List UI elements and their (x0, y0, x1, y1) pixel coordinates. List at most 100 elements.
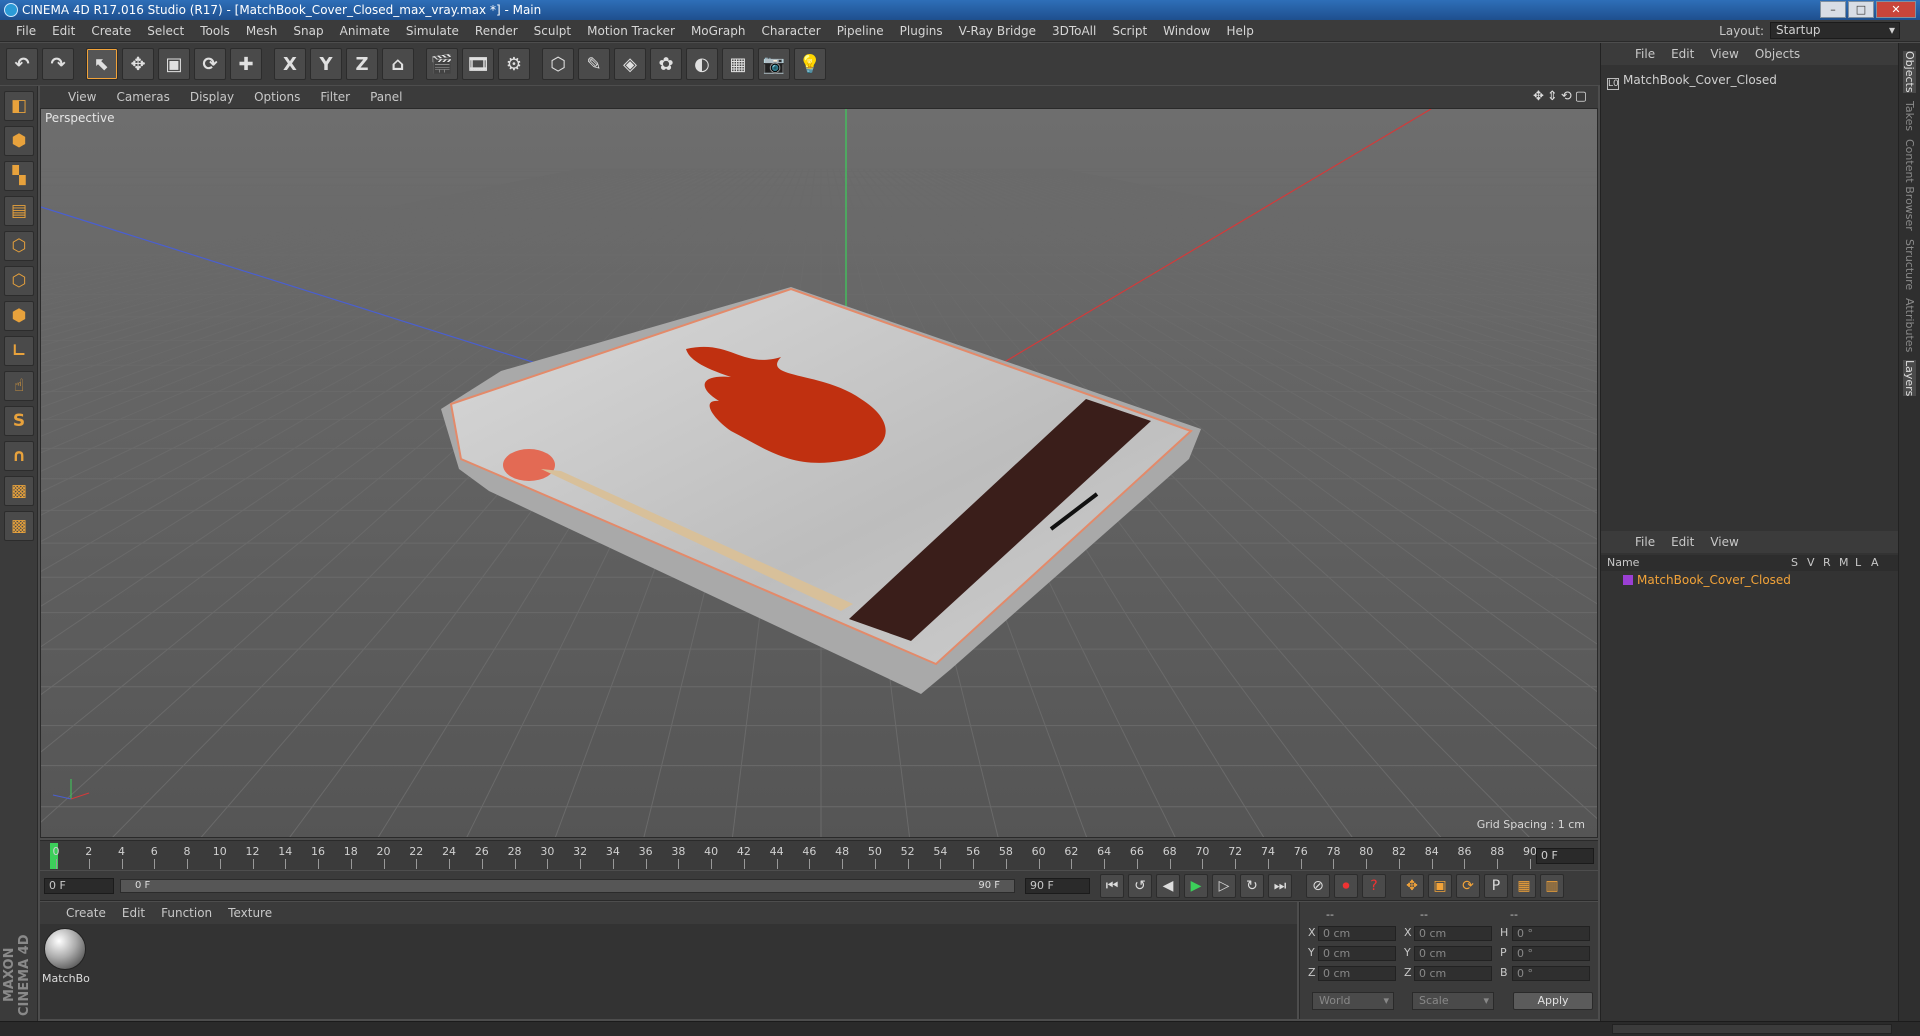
previous-frame-button[interactable]: ◀ (1156, 874, 1180, 898)
next-keyframe-button[interactable]: ↻ (1240, 874, 1264, 898)
minimize-button[interactable]: – (1820, 1, 1846, 18)
position-y-field[interactable]: 0 cm (1318, 946, 1396, 961)
x-axis-button[interactable]: X (274, 48, 306, 80)
menu-render[interactable]: Render (467, 20, 526, 42)
object-menu-view[interactable]: View (1702, 47, 1746, 61)
timeline-ruler[interactable]: 0 2 4 6 8 10 12 14 16 18 20 22 24 26 28 30 32 34 36 38 40 42 4… (40, 840, 1598, 870)
light-button[interactable]: 💡 (794, 48, 826, 80)
render-view-button[interactable]: 🎬 (426, 48, 458, 80)
menu-sculpt[interactable]: Sculpt (526, 20, 579, 42)
object-menu-file[interactable]: File (1627, 47, 1663, 61)
make-editable-button[interactable]: ◧ (4, 91, 34, 121)
coordinate-system-button[interactable]: ⌂ (382, 48, 414, 80)
material-menu-create[interactable]: Create (58, 906, 114, 920)
tweak-mode-button[interactable]: ☝ (4, 371, 34, 401)
menu-3dtoall[interactable]: 3DToAll (1044, 20, 1104, 42)
close-button[interactable]: ✕ (1876, 1, 1916, 18)
menu-motion-tracker[interactable]: Motion Tracker (579, 20, 683, 42)
subdivision-button[interactable]: ◈ (614, 48, 646, 80)
rotation-b-field[interactable]: 0 ° (1512, 966, 1590, 981)
points-mode-button[interactable]: ⬡ (4, 231, 34, 261)
next-frame-button[interactable]: ▷ (1212, 874, 1236, 898)
key-position-button[interactable]: ✥ (1400, 874, 1424, 898)
viewport-menu-filter[interactable]: Filter (310, 90, 360, 104)
size-y-field[interactable]: 0 cm (1414, 946, 1492, 961)
viewport-menu-view[interactable]: View (58, 90, 106, 104)
menu-plugins[interactable]: Plugins (892, 20, 951, 42)
side-tab-attributes[interactable]: Attributes (1903, 298, 1916, 352)
key-pla-button[interactable]: ▦ (1512, 874, 1536, 898)
viewport-menu-options[interactable]: Options (244, 90, 310, 104)
viewport-menu-cameras[interactable]: Cameras (106, 90, 179, 104)
side-tab-objects[interactable]: Objects (1903, 51, 1916, 93)
material-menu-edit[interactable]: Edit (114, 906, 153, 920)
workplane-button[interactable]: ▤ (4, 196, 34, 226)
solo-button[interactable]: ▩ (4, 511, 34, 541)
rotation-h-field[interactable]: 0 ° (1512, 926, 1590, 941)
menu-script[interactable]: Script (1104, 20, 1155, 42)
start-frame-field[interactable]: 0 F (44, 878, 114, 894)
current-frame-field[interactable]: 0 F (1536, 848, 1594, 864)
go-to-end-button[interactable]: ⏭ (1268, 874, 1292, 898)
viewport-navigation-icons[interactable]: ✥⇕⟲▢ (1533, 89, 1590, 104)
edges-mode-button[interactable]: ⬡ (4, 266, 34, 296)
z-axis-button[interactable]: Z (346, 48, 378, 80)
object-menu-edit[interactable]: Edit (1663, 47, 1702, 61)
menu-character[interactable]: Character (753, 20, 828, 42)
perspective-viewport[interactable]: Perspective Grid Spacing : 1 cm (40, 108, 1598, 838)
key-parameter-button[interactable]: P (1484, 874, 1508, 898)
coordinate-mode-dropdown[interactable]: Scale (1412, 992, 1494, 1010)
side-tab-takes[interactable]: Takes (1903, 101, 1916, 131)
layer-row-matchbook[interactable]: MatchBook_Cover_Closed (1623, 573, 1791, 587)
live-selection-button[interactable]: ⬉ (86, 48, 118, 80)
layer-menu-file[interactable]: File (1627, 535, 1663, 549)
undo-button[interactable]: ↶ (6, 48, 38, 80)
polygons-mode-button[interactable]: ⬢ (4, 301, 34, 331)
magnet-button[interactable]: ∩ (4, 441, 34, 471)
horizontal-scrollbar[interactable] (1612, 1024, 1892, 1034)
menu-pipeline[interactable]: Pipeline (829, 20, 892, 42)
previous-keyframe-button[interactable]: ↺ (1128, 874, 1152, 898)
grid-lock-button[interactable]: ▩ (4, 476, 34, 506)
menu-file[interactable]: File (8, 20, 44, 42)
render-picture-viewer-button[interactable]: 🎞 (462, 48, 494, 80)
rotate-button[interactable]: ⟳ (194, 48, 226, 80)
redo-button[interactable]: ↷ (42, 48, 74, 80)
render-settings-button[interactable]: ⚙ (498, 48, 530, 80)
material-menu-function[interactable]: Function (153, 906, 220, 920)
cloner-button[interactable]: ✿ (650, 48, 682, 80)
menu-animate[interactable]: Animate (332, 20, 398, 42)
menu-select[interactable]: Select (139, 20, 192, 42)
play-button[interactable]: ▶ (1184, 874, 1208, 898)
position-z-field[interactable]: 0 cm (1318, 966, 1396, 981)
snap-button[interactable]: S (4, 406, 34, 436)
go-to-start-button[interactable]: ⏮ (1100, 874, 1124, 898)
autokey-button[interactable]: ? (1362, 874, 1386, 898)
viewport-menu-display[interactable]: Display (180, 90, 244, 104)
object-row-matchbook[interactable]: L0 MatchBook_Cover_Closed (1607, 73, 1777, 90)
record-disabled-button[interactable]: ⊘ (1306, 874, 1330, 898)
key-scale-button[interactable]: ▣ (1428, 874, 1452, 898)
menu-tools[interactable]: Tools (192, 20, 238, 42)
layer-menu-view[interactable]: View (1702, 535, 1746, 549)
material-menu-texture[interactable]: Texture (220, 906, 280, 920)
axis-mode-button[interactable]: ∟ (4, 336, 34, 366)
preview-range-slider[interactable]: 0 F 90 F (120, 879, 1015, 893)
recent-tools-button[interactable]: ✚ (230, 48, 262, 80)
key-rotation-button[interactable]: ⟳ (1456, 874, 1480, 898)
maximize-button[interactable]: □ (1848, 1, 1874, 18)
menu-mesh[interactable]: Mesh (238, 20, 286, 42)
menu-v-ray-bridge[interactable]: V-Ray Bridge (951, 20, 1044, 42)
size-z-field[interactable]: 0 cm (1414, 966, 1492, 981)
floor-button[interactable]: ▦ (722, 48, 754, 80)
texture-mode-button[interactable]: ▚ (4, 161, 34, 191)
model-mode-button[interactable]: ⬢ (4, 126, 34, 156)
menu-create[interactable]: Create (83, 20, 139, 42)
menu-simulate[interactable]: Simulate (398, 20, 467, 42)
cube-button[interactable]: ⬡ (542, 48, 574, 80)
end-frame-field[interactable]: 90 F (1025, 878, 1090, 894)
menu-mograph[interactable]: MoGraph (683, 20, 754, 42)
menu-edit[interactable]: Edit (44, 20, 83, 42)
pen-button[interactable]: ✎ (578, 48, 610, 80)
side-tab-content-browser[interactable]: Content Browser (1903, 139, 1916, 231)
